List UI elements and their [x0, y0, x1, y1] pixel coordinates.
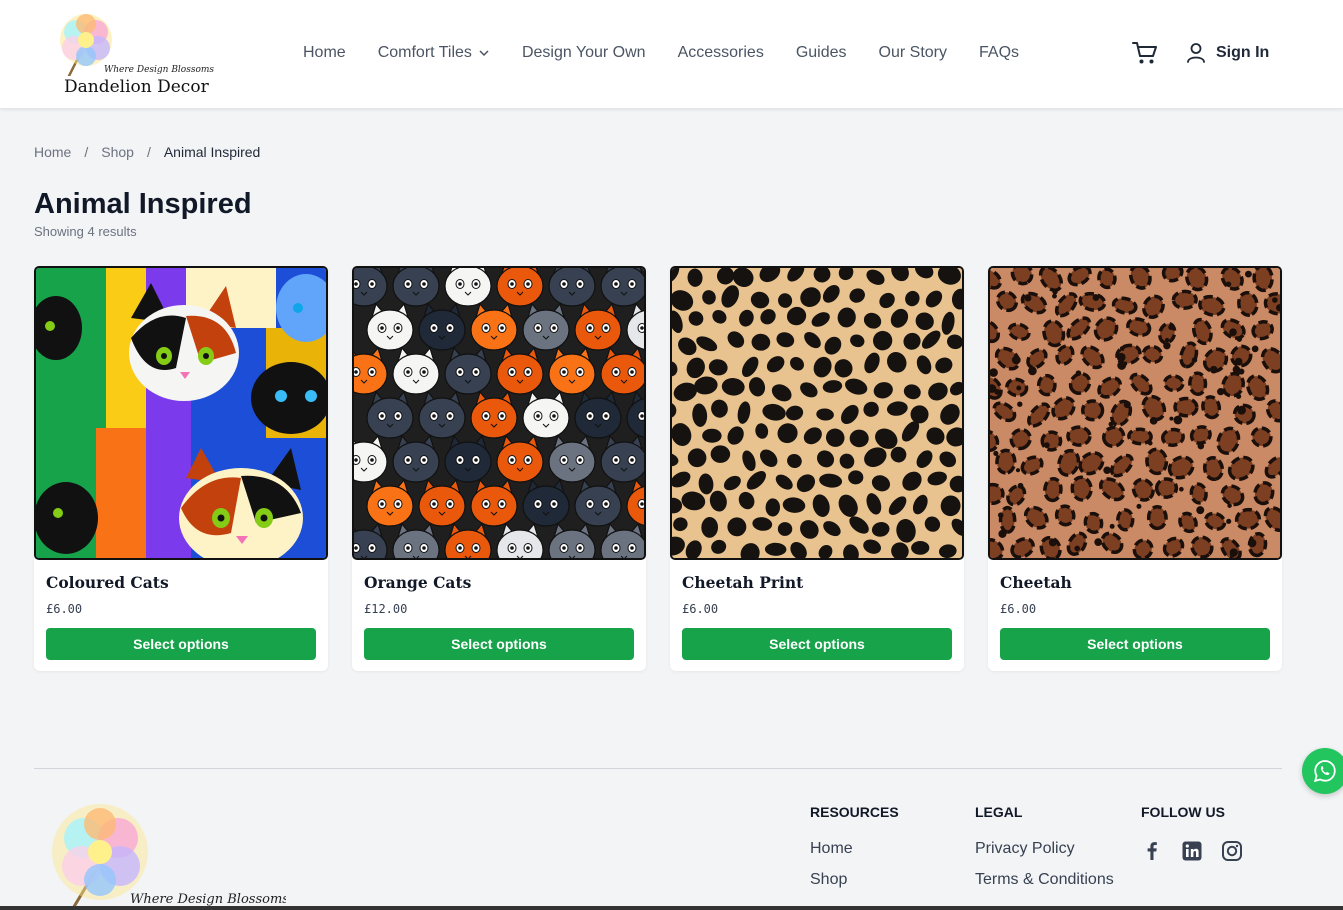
footer-follow: FOLLOW US [1141, 804, 1261, 862]
site-footer: Where Design Blossoms RESOURCES Home Sho… [0, 704, 1343, 910]
nav-item-faqs[interactable]: FAQs [979, 44, 1019, 62]
breadcrumb-shop[interactable]: Shop [101, 144, 134, 160]
product-name[interactable]: Cheetah Print [682, 573, 803, 592]
select-options-button[interactable]: Select options [682, 628, 952, 660]
footer-heading: RESOURCES [810, 804, 899, 820]
social-links [1141, 840, 1261, 862]
footer-link-terms[interactable]: Terms & Conditions [975, 871, 1114, 889]
footer-legal: LEGAL Privacy Policy Terms & Conditions [975, 804, 1114, 902]
product-card-cheetah: Cheetah £6.00 Select options [988, 266, 1282, 671]
nav-item-design-your-own[interactable]: Design Your Own [522, 44, 646, 62]
nav-item-label: FAQs [979, 44, 1020, 61]
product-name[interactable]: Coloured Cats [46, 573, 169, 592]
footer-heading: LEGAL [975, 804, 1023, 820]
nav-item-guides[interactable]: Guides [796, 44, 847, 62]
nav-item-accessories[interactable]: Accessories [678, 44, 764, 62]
nav-item-label: Home [303, 44, 346, 61]
user-icon [1187, 43, 1205, 63]
brand-name: Dandelion Decor [64, 77, 209, 97]
product-image[interactable] [670, 266, 964, 560]
product-price: £12.00 [364, 602, 408, 616]
coloured-cats-pattern [36, 268, 326, 558]
select-options-button[interactable]: Select options [1000, 628, 1270, 660]
nav-item-home[interactable]: Home [303, 44, 346, 62]
nav-item-label: Our Story [878, 44, 947, 61]
nav-item-label: Comfort Tiles [377, 44, 472, 61]
brand-logo[interactable]: Where Design Blossoms Dandelion Decor [48, 8, 214, 100]
footer-divider [34, 768, 1282, 769]
orange-cats-pattern [354, 268, 644, 558]
footer-logo[interactable]: Where Design Blossoms [46, 800, 286, 910]
nav-item-label: Guides [795, 44, 847, 61]
linkedin-icon[interactable] [1181, 840, 1203, 862]
product-name[interactable]: Cheetah [1000, 573, 1072, 592]
footer-link-home[interactable]: Home [810, 840, 899, 858]
product-price: £6.00 [46, 602, 83, 616]
page-title: Animal Inspired [34, 188, 252, 220]
product-card-cheetah-print: Cheetah Print £6.00 Select options [670, 266, 964, 671]
site-header: Where Design Blossoms Dandelion Decor Ho… [0, 0, 1343, 109]
footer-link-shop[interactable]: Shop [810, 871, 899, 889]
bottom-edge-bar [0, 906, 1343, 910]
whatsapp-chat-button[interactable] [1302, 748, 1343, 794]
breadcrumb-separator: / [146, 144, 151, 160]
product-price: £6.00 [1000, 602, 1037, 616]
footer-tagline: Where Design Blossoms [130, 892, 286, 907]
breadcrumb: Home / Shop / Animal Inspired [34, 144, 260, 160]
nav-item-label: Accessories [677, 44, 764, 61]
breadcrumb-separator: / [84, 144, 89, 160]
product-name[interactable]: Orange Cats [364, 573, 471, 592]
chevron-down-icon [479, 50, 489, 57]
product-card-orange-cats: Orange Cats £12.00 Select options [352, 266, 646, 671]
nav-item-comfort-tiles[interactable]: Comfort Tiles [378, 44, 490, 62]
cheetah-print-pattern [672, 268, 962, 558]
product-card-coloured-cats: Coloured Cats £6.00 Select options [34, 266, 328, 671]
cart-icon[interactable] [1131, 40, 1159, 66]
select-options-button[interactable]: Select options [46, 628, 316, 660]
product-image[interactable] [352, 266, 646, 560]
main-nav: Home Comfort Tiles Design Your Own Acces… [303, 44, 1051, 62]
cheetah-pattern [990, 268, 1280, 558]
product-image[interactable] [34, 266, 328, 560]
footer-link-privacy-policy[interactable]: Privacy Policy [975, 840, 1114, 858]
product-price: £6.00 [682, 602, 719, 616]
instagram-icon[interactable] [1221, 840, 1243, 862]
select-options-button[interactable]: Select options [364, 628, 634, 660]
footer-resources: RESOURCES Home Shop [810, 804, 899, 902]
brand-tagline: Where Design Blossoms [104, 65, 215, 75]
nav-item-our-story[interactable]: Our Story [879, 44, 947, 62]
sign-in-label: Sign In [1216, 44, 1270, 61]
breadcrumb-home[interactable]: Home [34, 144, 71, 160]
facebook-icon[interactable] [1141, 840, 1163, 862]
footer-heading: FOLLOW US [1141, 804, 1225, 820]
sign-in-button[interactable]: Sign In [1186, 42, 1269, 64]
whatsapp-icon [1313, 760, 1336, 783]
nav-item-label: Design Your Own [521, 44, 646, 61]
breadcrumb-current: Animal Inspired [163, 144, 261, 160]
results-count: Showing 4 results [34, 224, 137, 239]
product-image[interactable] [988, 266, 1282, 560]
